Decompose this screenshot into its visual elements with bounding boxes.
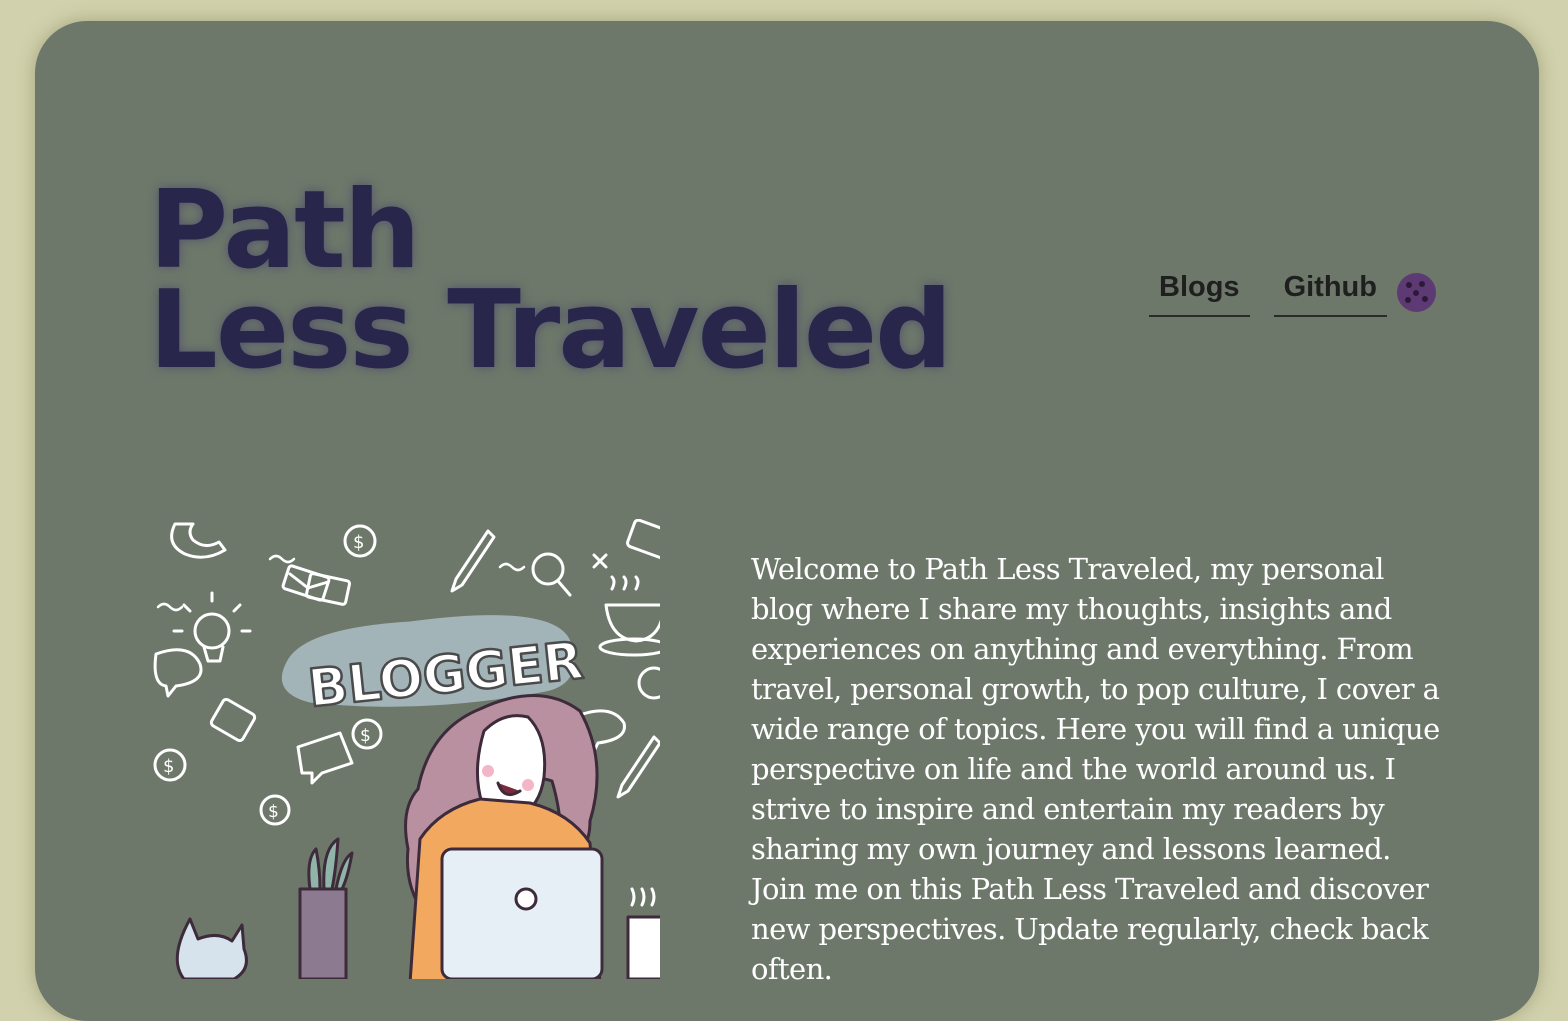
close-icon xyxy=(592,553,608,569)
svg-text:$: $ xyxy=(360,726,371,746)
svg-text:$: $ xyxy=(353,532,364,553)
envelope-icon xyxy=(281,564,351,606)
plant-icon xyxy=(298,837,354,979)
coin-icon: $ xyxy=(343,524,377,558)
top-nav: Blogs Github xyxy=(1149,271,1436,317)
site-title-line-2: Less Traveled xyxy=(149,268,952,393)
image-icon xyxy=(626,519,660,560)
coffee-cup-icon xyxy=(598,575,660,657)
svg-text:$: $ xyxy=(268,802,279,822)
cat-icon xyxy=(175,917,248,979)
site-title: Path Less Traveled xyxy=(149,168,952,393)
pencil-icon xyxy=(616,735,660,799)
image-icon xyxy=(209,697,257,743)
coin-icon: $ xyxy=(351,718,383,750)
speech-bubble-icon xyxy=(153,648,203,698)
main-card: Path Less Traveled Blogs Github $ $ $ $ xyxy=(35,21,1539,1021)
pencil-icon xyxy=(450,529,496,593)
magnifier-icon xyxy=(637,666,660,700)
nav-link-github[interactable]: Github xyxy=(1273,271,1387,317)
coin-icon: $ xyxy=(153,748,187,782)
mug-icon xyxy=(626,887,660,979)
intro-paragraph: Welcome to Path Less Traveled, my person… xyxy=(751,552,1440,986)
speech-bubble-icon xyxy=(296,731,354,785)
nav-link-blogs[interactable]: Blogs xyxy=(1149,271,1250,317)
laptop-icon xyxy=(440,847,604,979)
coin-icon: $ xyxy=(259,794,291,826)
svg-text:$: $ xyxy=(163,756,174,777)
phone-icon xyxy=(170,522,227,559)
magnifier-icon xyxy=(531,552,572,597)
cookie-icon[interactable] xyxy=(1396,272,1436,312)
blogger-illustration: $ $ $ $ BLOGGER xyxy=(153,519,660,979)
site-title-line-1: Path xyxy=(149,168,421,293)
